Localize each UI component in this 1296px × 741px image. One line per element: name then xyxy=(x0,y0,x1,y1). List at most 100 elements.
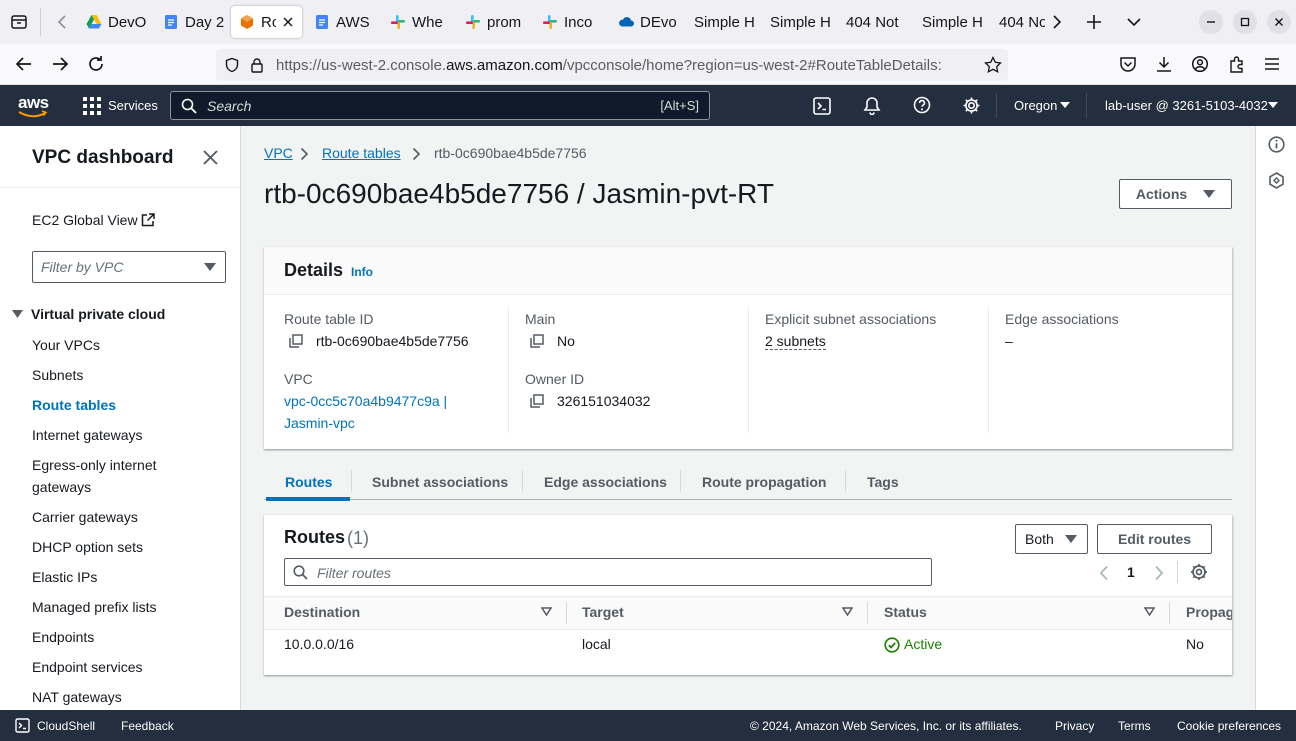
tab-edge-associations[interactable]: Edge associations xyxy=(544,474,667,490)
sidebar-item-managed-prefix-lists[interactable]: Managed prefix lists xyxy=(32,596,157,618)
sidebar-item-endpoint-services[interactable]: Endpoint services xyxy=(32,656,143,678)
close-window-icon[interactable] xyxy=(1267,10,1291,34)
account-caret-icon[interactable] xyxy=(1268,101,1278,109)
browser-tab[interactable]: DEvo xyxy=(618,6,680,38)
feedback-link[interactable]: Feedback xyxy=(121,719,174,733)
browser-tab[interactable]: Inco xyxy=(542,6,600,38)
back-icon[interactable] xyxy=(14,55,34,73)
sidebar-item-subnets[interactable]: Subnets xyxy=(32,364,83,386)
sidebar-item-elastic-ips[interactable]: Elastic IPs xyxy=(32,566,97,588)
terms-link[interactable]: Terms xyxy=(1118,719,1151,733)
browser-tab[interactable]: Simple H xyxy=(694,6,754,38)
notifications-bell-icon[interactable] xyxy=(863,96,881,115)
external-link-icon[interactable] xyxy=(141,213,155,227)
close-tab-icon[interactable] xyxy=(282,16,294,28)
sort-caret-icon[interactable] xyxy=(842,607,853,616)
list-all-tabs-icon[interactable] xyxy=(1126,14,1142,30)
sidebar-item-nat-gateways[interactable]: NAT gateways xyxy=(32,686,122,708)
section-virtual-private-cloud[interactable]: Virtual private cloud xyxy=(31,303,165,325)
breadcrumb-vpc[interactable]: VPC xyxy=(264,145,293,161)
sort-caret-icon[interactable] xyxy=(1144,607,1155,616)
cookie-preferences-link[interactable]: Cookie preferences xyxy=(1177,719,1281,733)
tab-overview-icon[interactable] xyxy=(10,13,28,31)
next-page-icon[interactable] xyxy=(1154,565,1164,581)
close-sidebar-icon[interactable] xyxy=(203,150,218,165)
bookmark-star-icon[interactable] xyxy=(984,56,1002,74)
table-preferences-gear-icon[interactable] xyxy=(1190,563,1208,581)
browser-tab[interactable]: Day 2 xyxy=(163,6,225,38)
section-expand-caret-icon[interactable] xyxy=(12,309,23,319)
services-menu[interactable]: Services xyxy=(108,98,158,113)
reload-icon[interactable] xyxy=(87,55,105,73)
browser-tab[interactable]: Simple H xyxy=(922,6,982,38)
privacy-link[interactable]: Privacy xyxy=(1055,719,1094,733)
tab-tags[interactable]: Tags xyxy=(867,474,899,490)
browser-tab[interactable]: Simple H xyxy=(770,6,830,38)
sidebar-item-egress-only-internet-gateways[interactable]: Egress-only internet gateways xyxy=(32,454,172,498)
sidebar-title[interactable]: VPC dashboard xyxy=(32,147,173,169)
actions-button[interactable]: Actions xyxy=(1119,179,1232,209)
extensions-icon[interactable] xyxy=(1228,55,1246,73)
sort-caret-icon[interactable] xyxy=(541,607,552,616)
sidebar-item-route-tables[interactable]: Route tables xyxy=(32,394,116,416)
lock-icon[interactable] xyxy=(250,57,264,73)
edit-routes-button[interactable]: Edit routes xyxy=(1097,524,1212,554)
aws-search-box[interactable]: Search [Alt+S] xyxy=(170,91,710,120)
url-bar[interactable]: https://us-west-2.console.aws.amazon.com… xyxy=(216,49,1008,81)
region-caret-icon[interactable] xyxy=(1060,101,1070,109)
browser-tab[interactable]: AWS xyxy=(314,6,376,38)
copy-icon[interactable] xyxy=(530,334,544,348)
routes-filter-select[interactable]: Both xyxy=(1015,524,1088,554)
column-header-status[interactable]: Status xyxy=(884,604,927,620)
help-icon[interactable] xyxy=(913,96,931,114)
menu-icon[interactable] xyxy=(1264,56,1280,72)
tracking-protection-icon[interactable] xyxy=(224,57,240,73)
region-selector[interactable]: Oregon xyxy=(1014,98,1057,113)
vpc-name-link[interactable]: Jasmin-vpc xyxy=(284,415,355,431)
browser-tab[interactable]: DevO xyxy=(86,6,156,38)
filter-by-vpc-select[interactable]: Filter by VPC xyxy=(32,251,226,283)
info-panel-icon[interactable] xyxy=(1268,136,1285,153)
column-divider[interactable] xyxy=(1169,602,1170,624)
column-divider[interactable] xyxy=(566,602,567,624)
copy-icon[interactable] xyxy=(289,334,303,348)
downloads-icon[interactable] xyxy=(1155,55,1173,73)
column-header-target[interactable]: Target xyxy=(582,604,624,620)
sidebar-item-endpoints[interactable]: Endpoints xyxy=(32,626,94,648)
browser-tab[interactable]: Whe xyxy=(390,6,446,38)
restore-window-icon[interactable] xyxy=(1233,10,1257,34)
pocket-icon[interactable] xyxy=(1119,56,1137,73)
cloudshell-icon[interactable] xyxy=(813,97,831,115)
sidebar-item-your-vpcs[interactable]: Your VPCs xyxy=(32,334,100,356)
cloudshell-icon[interactable] xyxy=(15,718,30,733)
explicit-subnet-associations-value[interactable]: 2 subnets xyxy=(765,333,826,350)
column-divider[interactable] xyxy=(867,602,868,624)
new-tab-icon[interactable] xyxy=(1085,13,1103,31)
browser-tab[interactable]: prom xyxy=(465,6,523,38)
ai-assistant-icon[interactable] xyxy=(1268,172,1285,189)
services-grid-icon[interactable] xyxy=(83,97,101,115)
filter-routes-input[interactable]: Filter routes xyxy=(284,558,932,586)
browser-tab[interactable]: 404 Not xyxy=(846,6,906,38)
account-icon[interactable] xyxy=(1191,55,1209,73)
tab-routes[interactable]: Routes xyxy=(285,474,332,490)
sidebar-item-dhcp-option-sets[interactable]: DHCP option sets xyxy=(32,536,143,558)
forward-icon[interactable] xyxy=(50,55,70,73)
current-page-number[interactable]: 1 xyxy=(1127,564,1135,580)
browser-tab-active[interactable]: Ro xyxy=(231,6,302,38)
cloudshell-link[interactable]: CloudShell xyxy=(37,719,95,733)
tab-route-propagation[interactable]: Route propagation xyxy=(702,474,826,490)
browser-tab[interactable]: 404 No xyxy=(999,6,1045,38)
details-info-link[interactable]: Info xyxy=(351,265,373,279)
sidebar-item-internet-gateways[interactable]: Internet gateways xyxy=(32,424,143,446)
tab-subnet-associations[interactable]: Subnet associations xyxy=(372,474,508,490)
settings-gear-icon[interactable] xyxy=(962,96,981,115)
tabs-scroll-right-icon[interactable] xyxy=(1051,13,1063,31)
sidebar-item-ec2-global-view[interactable]: EC2 Global View xyxy=(32,209,138,231)
breadcrumb-route-tables[interactable]: Route tables xyxy=(322,145,401,161)
previous-page-icon[interactable] xyxy=(1099,565,1109,581)
sidebar-item-carrier-gateways[interactable]: Carrier gateways xyxy=(32,506,138,528)
column-header-destination[interactable]: Destination xyxy=(284,604,360,620)
account-menu[interactable]: lab-user @ 3261-5103-4032 xyxy=(1105,98,1268,113)
minimize-window-icon[interactable] xyxy=(1199,10,1223,34)
